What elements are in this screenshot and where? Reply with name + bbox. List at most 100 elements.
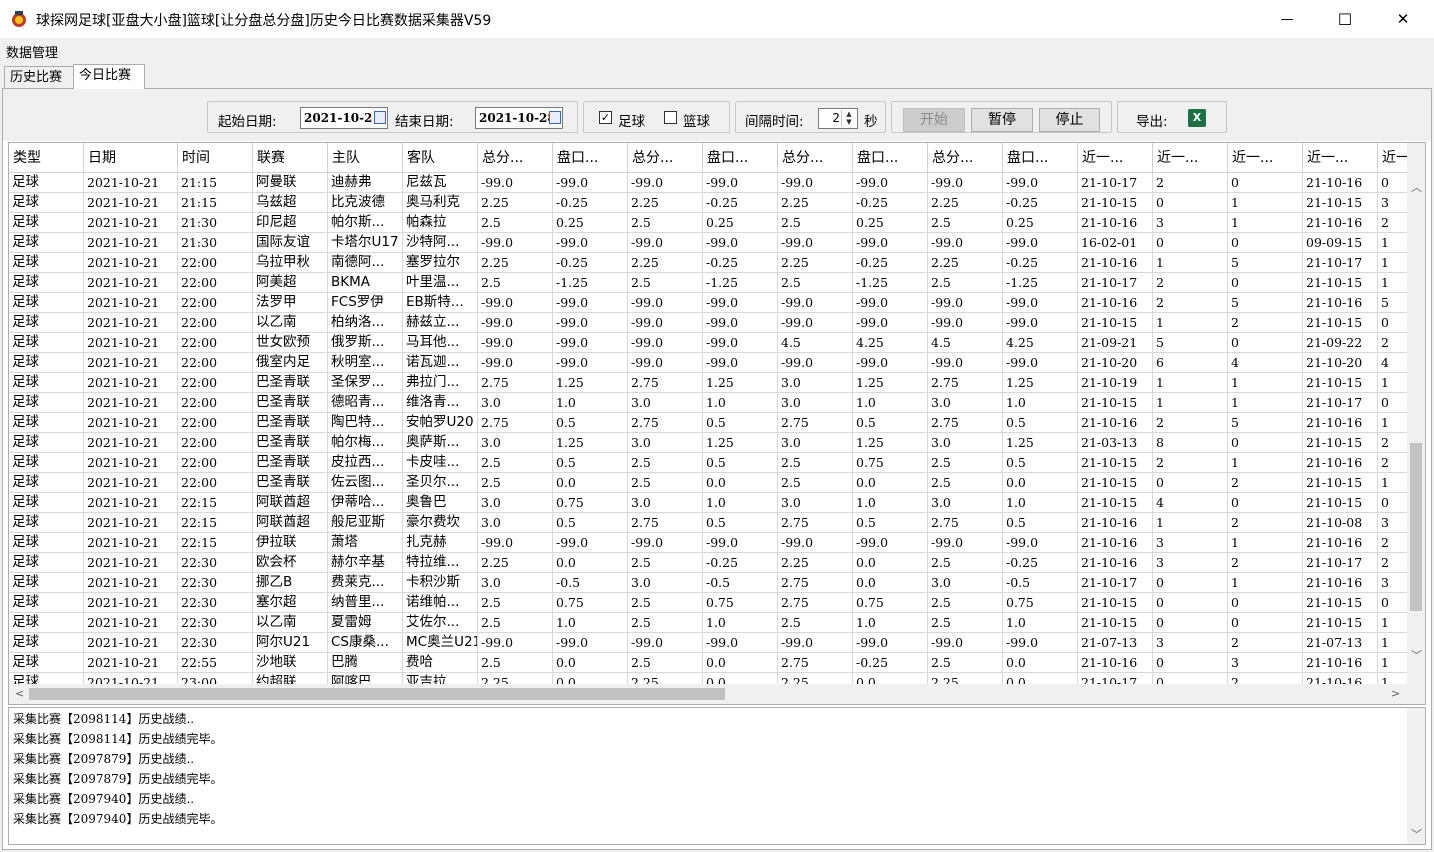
table-cell: 帕森拉 bbox=[403, 213, 478, 233]
table-row[interactable]: 足球 2021-10-21 21:30 国际友谊 卡塔尔U17 沙特阿... -99.0 -9… bbox=[9, 233, 1407, 253]
grid-header: 类型 日期 时间 联赛 主队 客队 总分... 盘口... 总分... 盘口... 总分... 盘口.… bbox=[9, 143, 1407, 173]
column-header[interactable]: 日期 bbox=[84, 143, 178, 173]
interval-spinner[interactable]: 2 ▲ ▼ bbox=[818, 108, 858, 129]
menu-bar: 数据管理 bbox=[0, 38, 1434, 62]
table-cell: -99.0 bbox=[478, 313, 553, 333]
table-cell: 0 bbox=[1228, 173, 1303, 193]
table-cell: -99.0 bbox=[553, 533, 628, 553]
end-date-picker[interactable]: 2021-10-28 bbox=[475, 107, 563, 129]
table-cell: -0.25 bbox=[703, 253, 778, 273]
table-row[interactable]: 足球 2021-10-21 22:15 阿联酋超 般尼亚斯 豪尔费坎 3.0 0.5 2.75 0… bbox=[9, 513, 1407, 533]
column-header[interactable]: 近一... bbox=[1153, 143, 1228, 173]
excel-export-icon[interactable]: X bbox=[1188, 109, 1206, 127]
control-group: 开始 暂停 停止 bbox=[891, 101, 1112, 133]
table-cell: 2.5 bbox=[628, 593, 703, 613]
table-row[interactable]: 足球 2021-10-21 22:30 以乙南 夏雷姆 艾佐尔... 2.5 1.0 2.5 1.… bbox=[9, 613, 1407, 633]
scroll-down-icon[interactable]: ﹀ bbox=[1411, 826, 1422, 842]
table-row[interactable]: 足球 2021-10-21 22:00 以乙南 柏纳洛... 赫兹立... -99.0 -99… bbox=[9, 313, 1407, 333]
table-row[interactable]: 足球 2021-10-21 22:30 欧会杯 赫尔辛基 特拉维... 2.25 0.0 2.5… bbox=[9, 553, 1407, 573]
basketball-checkbox[interactable] bbox=[664, 111, 677, 124]
table-row[interactable]: 足球 2021-10-21 22:00 乌拉甲秋 南德阿... 塞罗拉尔 2.25 -0.25… bbox=[9, 253, 1407, 273]
table-row[interactable]: 足球 2021-10-21 22:55 沙地联 巴腾 费哈 2.5 0.0 2.5 0.0 2.75… bbox=[9, 653, 1407, 673]
table-cell: -99.0 bbox=[778, 293, 853, 313]
column-header[interactable]: 主队 bbox=[328, 143, 403, 173]
minimize-button[interactable]: — bbox=[1258, 0, 1316, 38]
table-cell: 0.25 bbox=[553, 213, 628, 233]
calendar-icon[interactable] bbox=[549, 111, 561, 124]
stop-button[interactable]: 停止 bbox=[1039, 108, 1100, 132]
table-cell: 扎克赫 bbox=[403, 533, 478, 553]
column-header[interactable]: 类型 bbox=[9, 143, 84, 173]
table-row[interactable]: 足球 2021-10-21 21:15 阿曼联 迪赫弗 尼兹瓦 -99.0 -99.0 -99.… bbox=[9, 173, 1407, 193]
table-row[interactable]: 足球 2021-10-21 22:30 阿尔U21 CS康桑... MC奥兰U21 -99.… bbox=[9, 633, 1407, 653]
table-row[interactable]: 足球 2021-10-21 22:00 法罗甲 FCS罗伊 EB斯特... -99.0 -99… bbox=[9, 293, 1407, 313]
log-vertical-scrollbar[interactable]: ﹀ bbox=[1407, 708, 1425, 844]
table-cell: 3 bbox=[1153, 553, 1228, 573]
table-row[interactable]: 足球 2021-10-21 22:00 俄室内足 秋明室... 诺瓦迦... -99.0 -9… bbox=[9, 353, 1407, 373]
maximize-button[interactable]: ☐ bbox=[1316, 0, 1374, 38]
column-header[interactable]: 总分... bbox=[928, 143, 1003, 173]
table-row[interactable]: 足球 2021-10-21 22:30 挪乙B 费莱克... 卡积沙斯 3.0 -0.5 3.0… bbox=[9, 573, 1407, 593]
vertical-scrollbar[interactable]: ︿ ﹀ bbox=[1407, 143, 1425, 685]
tab-today-matches[interactable]: 今日比赛 bbox=[73, 64, 145, 89]
table-row[interactable]: 足球 2021-10-21 22:15 伊拉联 萧塔 扎克赫 -99.0 -99.0 -99.0… bbox=[9, 533, 1407, 553]
column-header[interactable]: 总分... bbox=[478, 143, 553, 173]
horizontal-scrollbar[interactable]: < > bbox=[9, 684, 1407, 704]
column-header[interactable]: 总分... bbox=[628, 143, 703, 173]
scroll-left-icon[interactable]: < bbox=[15, 687, 24, 700]
column-header[interactable]: 近一 bbox=[1378, 143, 1407, 173]
column-header[interactable]: 近一... bbox=[1303, 143, 1378, 173]
log-output[interactable]: ﹀ 采集比赛【2098114】历史战绩.. 采集比赛【2098114】历史战绩完毕… bbox=[8, 707, 1426, 845]
column-header[interactable]: 盘口... bbox=[853, 143, 928, 173]
table-cell: 0 bbox=[1228, 273, 1303, 293]
table-row[interactable]: 足球 2021-10-21 22:00 巴圣青联 陶巴特... 安帕罗U20 2.75 0.5… bbox=[9, 413, 1407, 433]
table-cell: 3.0 bbox=[478, 433, 553, 453]
table-cell: 21-07-13 bbox=[1078, 633, 1153, 653]
column-header[interactable]: 盘口... bbox=[703, 143, 778, 173]
start-button[interactable]: 开始 bbox=[903, 108, 965, 132]
table-cell: 2 bbox=[1228, 473, 1303, 493]
scroll-right-icon[interactable]: > bbox=[1391, 687, 1400, 700]
pause-button[interactable]: 暂停 bbox=[971, 108, 1033, 132]
table-row[interactable]: 足球 2021-10-21 21:15 乌兹超 比克波德 奥马利克 2.25 -0.25 2.2… bbox=[9, 193, 1407, 213]
table-row[interactable]: 足球 2021-10-21 22:30 塞尔超 纳普里... 诺维帕... 2.5 0.75 2… bbox=[9, 593, 1407, 613]
spinner-arrows-icon[interactable]: ▲ ▼ bbox=[841, 110, 856, 127]
table-row[interactable]: 足球 2021-10-21 22:00 巴圣青联 德昭青... 维洛青... 3.0 1.0 3… bbox=[9, 393, 1407, 413]
table-cell: 卡塔尔U17 bbox=[328, 233, 403, 253]
table-cell: 3 bbox=[1153, 633, 1228, 653]
column-header[interactable]: 近一... bbox=[1078, 143, 1153, 173]
table-row[interactable]: 足球 2021-10-21 22:00 巴圣青联 佐云图... 圣贝尔... 2.5 0.0 2… bbox=[9, 473, 1407, 493]
scroll-down-icon[interactable]: ﹀ bbox=[1411, 647, 1422, 663]
table-row[interactable]: 足球 2021-10-21 22:00 巴圣青联 皮拉西... 卡皮哇... 2.5 0.5 2… bbox=[9, 453, 1407, 473]
tab-history-matches[interactable]: 历史比赛 bbox=[4, 66, 74, 88]
column-header[interactable]: 总分... bbox=[778, 143, 853, 173]
column-header[interactable]: 盘口... bbox=[553, 143, 628, 173]
scroll-up-icon[interactable]: ︿ bbox=[1411, 179, 1422, 195]
table-row[interactable]: 足球 2021-10-21 22:00 巴圣青联 圣保罗... 弗拉门... 2.75 1.2… bbox=[9, 373, 1407, 393]
table-row[interactable]: 足球 2021-10-21 22:00 阿美超 BKMA 叶里温... 2.5 -1.25 2.… bbox=[9, 273, 1407, 293]
horizontal-scroll-thumb[interactable] bbox=[29, 688, 725, 700]
calendar-icon[interactable] bbox=[374, 111, 386, 124]
table-cell: 22:30 bbox=[178, 593, 253, 613]
column-header[interactable]: 近一... bbox=[1228, 143, 1303, 173]
table-cell: 21-10-17 bbox=[1078, 173, 1153, 193]
column-header[interactable]: 时间 bbox=[178, 143, 253, 173]
table-cell: 萧塔 bbox=[328, 533, 403, 553]
table-cell: 费莱克... bbox=[328, 573, 403, 593]
table-cell: 3 bbox=[1378, 193, 1407, 213]
table-row[interactable]: 足球 2021-10-21 21:30 印尼超 帕尔斯... 帕森拉 2.5 0.25 2.5 0… bbox=[9, 213, 1407, 233]
menu-data-management[interactable]: 数据管理 bbox=[6, 42, 58, 61]
column-header[interactable]: 盘口... bbox=[1003, 143, 1078, 173]
table-row[interactable]: 足球 2021-10-21 22:00 巴圣青联 帕尔梅... 奥萨斯... 3.0 1.25… bbox=[9, 433, 1407, 453]
table-cell: 1.25 bbox=[1003, 433, 1078, 453]
football-checkbox[interactable]: ✓ bbox=[599, 111, 612, 124]
vertical-scroll-thumb[interactable] bbox=[1410, 443, 1422, 611]
column-header[interactable]: 联赛 bbox=[253, 143, 328, 173]
close-button[interactable]: ✕ bbox=[1374, 0, 1432, 38]
table-cell: 1 bbox=[1153, 313, 1228, 333]
table-row[interactable]: 足球 2021-10-21 22:00 世女欧预 俄罗斯... 马耳他... -99.0 -9… bbox=[9, 333, 1407, 353]
table-row[interactable]: 足球 2021-10-21 22:15 阿联酋超 伊蒂哈... 奥鲁巴 3.0 0.75 3.0… bbox=[9, 493, 1407, 513]
column-header[interactable]: 客队 bbox=[403, 143, 478, 173]
start-date-picker[interactable]: 2021-10-21 bbox=[300, 107, 388, 129]
table-cell: 2021-10-21 bbox=[84, 593, 178, 613]
